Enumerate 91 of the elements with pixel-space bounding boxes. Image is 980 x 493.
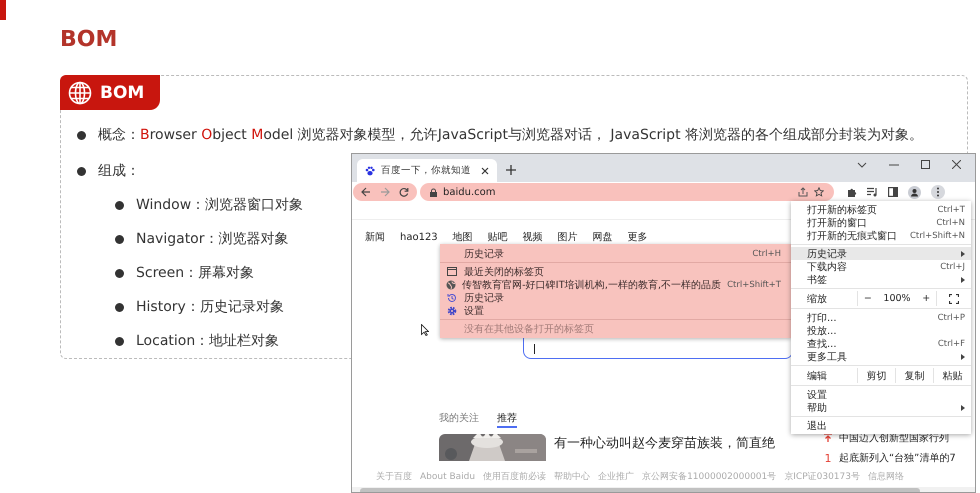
nav-link[interactable]: 视频 xyxy=(522,231,543,244)
menu-item[interactable]: 历史记录 xyxy=(440,291,791,304)
feed-tab[interactable]: 推荐 xyxy=(497,411,517,428)
mouse-pointer-icon xyxy=(421,324,429,336)
history-icon xyxy=(447,292,457,302)
menu-item[interactable]: 下载内容 Ctrl+J xyxy=(791,260,971,273)
window-icon xyxy=(447,267,457,276)
menu-note: 没有在其他设备打开的标签页 xyxy=(463,322,595,335)
puzzle-icon[interactable] xyxy=(847,187,857,197)
zoom-label: 缩放 xyxy=(806,292,828,306)
hot-search-item[interactable]: 起底新列入“台独”清单的7 xyxy=(839,451,956,465)
bullet-dot xyxy=(77,166,86,176)
edit-action-button[interactable]: 粘贴 xyxy=(933,368,971,383)
menu-item[interactable]: 设置 xyxy=(791,388,971,401)
lock-icon xyxy=(430,188,437,196)
pin-top-icon xyxy=(823,433,833,443)
reload-icon[interactable] xyxy=(399,187,409,197)
menu-item[interactable]: 打印... Ctrl+P xyxy=(791,311,971,324)
gear-icon xyxy=(447,306,457,316)
feed-tab[interactable]: 我的关注 xyxy=(439,411,479,426)
edit-action-button[interactable]: 剪切 xyxy=(857,368,895,383)
globe-icon xyxy=(446,280,456,290)
menu-item[interactable]: 更多工具 xyxy=(791,350,971,363)
component-item: Window：浏览器窗口对象 xyxy=(136,196,304,214)
news-headline[interactable]: 有一种心动叫赵今麦穿苗族装，简直绝 xyxy=(554,434,775,451)
menu-item[interactable]: 历史记录 Ctrl+H xyxy=(440,247,791,260)
menu-item[interactable]: 最近关闭的标签页 xyxy=(440,265,791,278)
minimize-icon[interactable] xyxy=(889,164,899,166)
rank-number: 1 xyxy=(824,452,832,464)
url-text: baidu.com xyxy=(443,186,496,198)
bullet-dot xyxy=(77,130,86,140)
profile-icon[interactable] xyxy=(908,186,921,198)
submenu-arrow-icon xyxy=(961,404,965,410)
bullet-dot xyxy=(115,302,124,312)
share-icon[interactable] xyxy=(798,187,808,197)
browser-tab[interactable]: 百度一下，你就知道 xyxy=(357,159,497,182)
menu-item[interactable]: 打开新的窗口 Ctrl+N xyxy=(791,216,971,229)
bullet-dot xyxy=(115,200,124,210)
menu-item[interactable]: 历史记录 xyxy=(791,247,971,260)
menu-item[interactable]: 帮助 xyxy=(791,401,971,414)
component-item: Screen：屏幕对象 xyxy=(136,264,254,282)
menu-item[interactable]: 传智教育官网-好口碑IT培训机构,一样的教育,不一样的品质 Ctrl+Shift+T xyxy=(440,278,791,291)
nav-link[interactable]: 图片 xyxy=(558,231,578,244)
star-icon[interactable] xyxy=(814,187,824,197)
bullet-dot xyxy=(115,268,124,278)
component-item: History：历史记录对象 xyxy=(136,298,284,316)
zoom-level: 100% xyxy=(883,293,911,304)
submenu-arrow-icon xyxy=(961,276,965,282)
concept-text: 概念：Browser Object Model 浏览器对象模型，允许JavaScript与浏览器对话， JavaScript 将浏览器的各个组成部分封装为对象。 xyxy=(98,126,924,144)
sidebar-icon[interactable] xyxy=(888,187,898,197)
edit-action-button[interactable]: 复制 xyxy=(895,368,933,383)
slide-accent-bar xyxy=(0,0,6,20)
plus-icon[interactable] xyxy=(506,165,516,175)
menu-item[interactable]: 退出 xyxy=(791,419,971,432)
menu-item[interactable]: 打开新的无痕式窗口 Ctrl+Shift+N xyxy=(791,229,971,242)
menu-item[interactable]: 打开新的标签页 Ctrl+T xyxy=(791,203,971,216)
address-bar[interactable]: baidu.com xyxy=(420,183,834,201)
close-icon[interactable] xyxy=(481,166,489,174)
playlist-icon[interactable] xyxy=(867,187,878,197)
bullet-dot xyxy=(115,234,124,244)
text-cursor xyxy=(534,344,535,354)
menu-item[interactable]: 书签 xyxy=(791,273,971,286)
nav-link[interactable]: hao123 xyxy=(400,231,438,244)
composition-label: 组成： xyxy=(98,162,140,180)
edit-label: 编辑 xyxy=(806,370,828,383)
menu-item[interactable]: 查找... Ctrl+F xyxy=(791,337,971,350)
menu-item[interactable]: 投放... xyxy=(791,324,971,337)
chevron-down-icon[interactable] xyxy=(857,162,867,168)
paw-icon xyxy=(365,166,375,176)
zoom-out-button[interactable]: − xyxy=(864,293,872,304)
nav-link[interactable]: 地图 xyxy=(452,231,473,244)
close-icon[interactable] xyxy=(952,160,961,169)
fullscreen-icon[interactable] xyxy=(949,294,959,304)
component-item: Navigator：浏览器对象 xyxy=(136,230,289,248)
nav-link[interactable]: 网盘 xyxy=(592,231,613,244)
submenu-arrow-icon xyxy=(961,354,965,360)
slide-title: BOM xyxy=(60,26,118,54)
kebab-menu-icon[interactable] xyxy=(931,185,945,199)
tab-title: 百度一下，你就知道 xyxy=(381,164,472,177)
component-item: Location：地址栏对象 xyxy=(136,332,280,350)
nav-link[interactable]: 贴吧 xyxy=(488,231,508,244)
bullet-dot xyxy=(115,336,124,346)
zoom-in-button[interactable]: + xyxy=(922,293,930,304)
submenu-arrow-icon xyxy=(961,250,965,256)
back-arrow-icon[interactable] xyxy=(361,187,371,197)
nav-link[interactable]: 新闻 xyxy=(365,231,385,244)
badge-label: BOM xyxy=(100,82,144,102)
menu-item[interactable]: 设置 xyxy=(440,304,791,317)
globe-icon xyxy=(68,80,92,104)
maximize-icon[interactable] xyxy=(921,160,930,169)
nav-link[interactable]: 更多 xyxy=(628,231,648,244)
